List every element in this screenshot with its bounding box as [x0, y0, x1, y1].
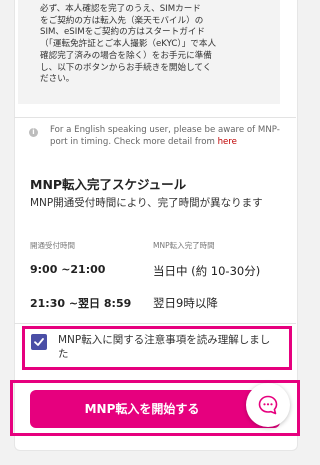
english-info-text: For a English speaking user, please be a… — [50, 125, 286, 148]
col-header-time: 開通受付時間 — [30, 241, 75, 250]
schedule-row-result: 翌日9時以降 — [153, 296, 218, 310]
divider — [14, 323, 296, 324]
chat-bubble-icon — [258, 395, 278, 415]
col-header-result: MNP転入完了時間 — [153, 241, 215, 250]
chat-button[interactable] — [246, 383, 290, 427]
agreement-checkbox[interactable] — [31, 334, 47, 350]
info-icon: i — [29, 128, 38, 137]
english-info-message: For a English speaking user, please be a… — [50, 125, 280, 147]
notice-box: 必ず、本人確認を完了のうえ、SIMカード をご契約の方は転入先（楽天モバイル）の… — [18, 0, 280, 104]
schedule-row-time: 9:00 ~21:00 — [30, 263, 106, 276]
agreement-label[interactable]: MNP転入に関する注意事項を読み理解しました — [58, 334, 278, 361]
notice-text: 必ず、本人確認を完了のうえ、SIMカード をご契約の方は転入先（楽天モバイル）の… — [40, 4, 217, 85]
checkmark-icon — [34, 338, 44, 346]
schedule-title: MNP転入完了スケジュール — [30, 177, 187, 192]
schedule-description: MNP開通受付時間により、完了時間が異なります — [30, 197, 263, 209]
start-mnp-button[interactable]: MNP転入を開始する — [30, 390, 280, 428]
divider — [14, 117, 296, 118]
schedule-row-time: 21:30 ~翌日 8:59 — [30, 297, 132, 310]
here-link[interactable]: here — [218, 137, 237, 147]
schedule-row-result: 当日中 (約 10-30分) — [153, 264, 261, 278]
